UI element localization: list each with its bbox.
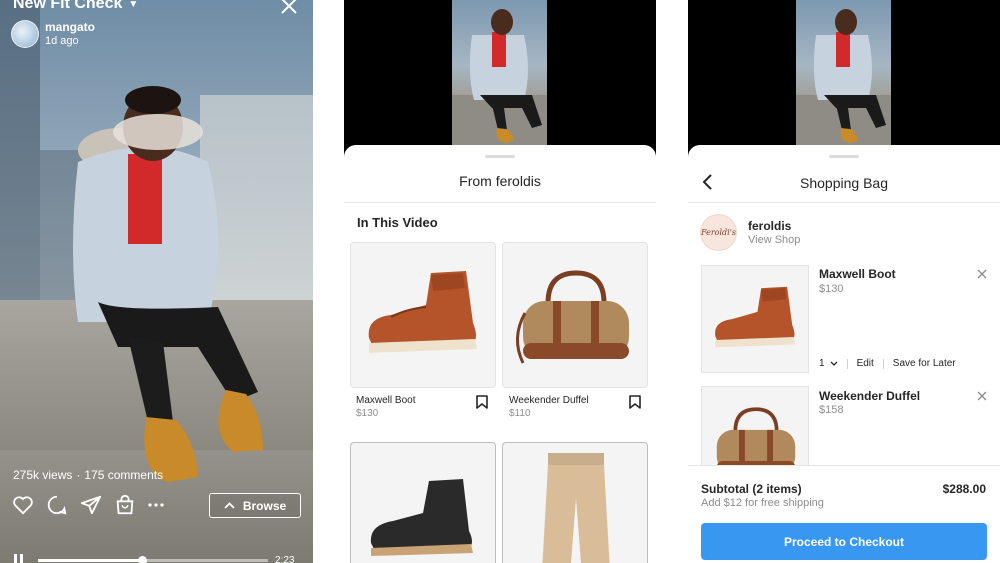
divider	[344, 202, 656, 203]
post-time: 1d ago	[45, 35, 79, 47]
product-card-weekender-duffel[interactable]	[502, 242, 648, 388]
product-price: $110	[509, 408, 531, 419]
quantity-value: 1	[819, 358, 825, 369]
subtotal-value: $288.00	[942, 482, 986, 496]
video-duration: 2:23	[275, 555, 295, 563]
chevron-down-icon	[830, 361, 838, 366]
black-boot-image	[370, 479, 473, 556]
video-progress-bar[interactable]	[38, 556, 268, 563]
subtotal-label: Subtotal (2 items)	[701, 482, 802, 496]
progress-fill	[38, 559, 142, 562]
shipping-note: Add $12 for free shipping	[701, 497, 824, 509]
video-preview[interactable]	[344, 0, 656, 160]
proceed-to-checkout-button[interactable]: Proceed to Checkout	[701, 523, 987, 560]
boot-image	[368, 271, 477, 353]
product-price: $130	[356, 408, 379, 419]
product-card[interactable]	[502, 442, 648, 563]
sheet-title: From feroldis	[459, 173, 541, 189]
progress-scrubber[interactable]	[137, 556, 147, 563]
person-thumbnail	[796, 9, 891, 145]
bag-item-price: $158	[819, 404, 844, 416]
bag-item-controls: 1 Edit Save for Later	[819, 358, 956, 369]
action-bar	[12, 494, 164, 516]
chinos-image	[542, 453, 610, 563]
video-title-text: New Fit Check	[13, 0, 123, 12]
shop-logo[interactable]: Feroldi's	[700, 214, 737, 251]
bag-item-name[interactable]: Maxwell Boot	[819, 267, 896, 281]
comment-icon[interactable]	[46, 494, 68, 516]
video-thumbnail	[796, 0, 891, 145]
save-for-later-button[interactable]: Save for Later	[893, 358, 956, 369]
remove-icon[interactable]	[977, 269, 987, 279]
product-catalog-screen: From feroldis In This Video Maxwell Boot…	[344, 0, 656, 563]
video-title[interactable]: New Fit Check ▼	[13, 0, 138, 13]
chevron-up-icon	[224, 502, 235, 509]
browse-label: Browse	[242, 498, 287, 513]
shop-logo-text: Feroldi's	[700, 228, 737, 237]
product-name[interactable]: Maxwell Boot	[356, 395, 415, 406]
video-thumbnail	[452, 0, 547, 145]
screenshot: New Fit Check ▼ mangato 1d ago 275k view…	[0, 0, 1000, 563]
bag-item-image[interactable]	[701, 265, 809, 373]
edit-button[interactable]: Edit	[857, 358, 874, 369]
person-thumbnail	[452, 9, 547, 145]
bag-item-price: $130	[819, 283, 844, 295]
shopping-bag-icon[interactable]	[114, 494, 136, 516]
views-count: 275k views	[13, 468, 73, 482]
chevron-down-icon: ▼	[128, 0, 139, 10]
sheet-grabber[interactable]	[485, 155, 515, 158]
checkout-footer: Subtotal (2 items) $288.00 Add $12 for f…	[688, 465, 1000, 563]
close-icon[interactable]	[279, 0, 299, 16]
separator	[882, 358, 884, 369]
quantity-select[interactable]: 1	[819, 358, 838, 369]
section-title: In This Video	[357, 215, 438, 230]
product-name[interactable]: Weekender Duffel	[509, 395, 589, 406]
username[interactable]: mangato	[45, 20, 95, 34]
video-player[interactable]: New Fit Check ▼ mangato 1d ago 275k view…	[0, 0, 313, 563]
sheet-title: Shopping Bag	[800, 175, 888, 191]
bag-item-name[interactable]: Weekender Duffel	[819, 389, 920, 403]
more-icon[interactable]	[148, 502, 164, 508]
avatar[interactable]	[11, 20, 39, 48]
bag-sheet: Shopping Bag Feroldi's feroldis View Sho…	[688, 145, 1000, 563]
shopping-bag-screen: Shopping Bag Feroldi's feroldis View Sho…	[688, 0, 1000, 563]
person-illustration	[73, 86, 263, 482]
duffel-image	[516, 270, 629, 364]
stats-separator: ·	[76, 468, 81, 482]
bookmark-icon[interactable]	[629, 395, 641, 409]
shop-name[interactable]: feroldis	[748, 219, 791, 233]
bookmark-icon[interactable]	[476, 395, 488, 409]
divider	[688, 202, 1000, 203]
browse-button[interactable]: Browse	[209, 493, 301, 518]
comments-count[interactable]: 175 comments	[84, 468, 163, 482]
share-icon[interactable]	[80, 494, 102, 516]
product-sheet: From feroldis In This Video Maxwell Boot…	[344, 145, 656, 563]
video-stats: 275k views · 175 comments	[13, 468, 163, 482]
product-card[interactable]	[350, 442, 496, 563]
pause-icon[interactable]	[13, 554, 25, 563]
product-card-maxwell-boot[interactable]	[350, 242, 496, 388]
view-shop-link[interactable]: View Shop	[748, 234, 800, 246]
boot-image	[715, 286, 796, 348]
sheet-grabber[interactable]	[829, 155, 859, 158]
separator	[846, 358, 848, 369]
heart-icon[interactable]	[12, 495, 34, 515]
background-building	[0, 0, 40, 330]
video-preview[interactable]	[688, 0, 1000, 160]
remove-icon[interactable]	[977, 391, 987, 401]
